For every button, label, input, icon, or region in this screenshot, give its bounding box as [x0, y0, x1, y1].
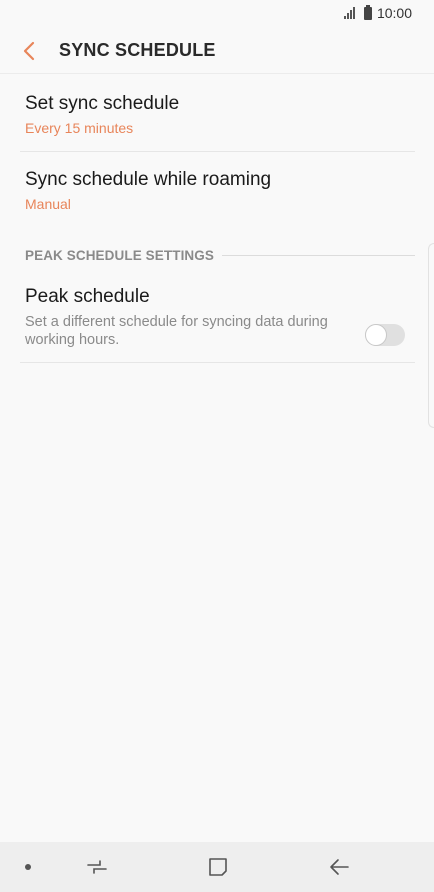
toggle-knob [365, 324, 387, 346]
back-button[interactable] [14, 36, 44, 66]
nav-dot-button[interactable] [13, 852, 43, 882]
peak-schedule-title: Peak schedule [25, 286, 150, 307]
navigation-bar [0, 842, 434, 892]
edge-panel-handle[interactable] [428, 243, 434, 428]
status-bar: 10:00 [0, 0, 434, 28]
set-sync-schedule-item[interactable]: Set sync schedule Every 15 minutes [20, 76, 415, 152]
battery-icon [363, 4, 372, 20]
signal-icon [343, 7, 359, 19]
set-sync-schedule-title: Set sync schedule [25, 93, 180, 114]
peak-schedule-description: Set a different schedule for syncing dat… [25, 314, 328, 348]
page-title: SYNC SCHEDULE [59, 40, 216, 60]
peak-schedule-toggle[interactable] [365, 324, 405, 346]
peak-settings-header: PEAK SCHEDULE SETTINGS [25, 246, 415, 264]
dot-icon [25, 864, 31, 870]
nav-back-button[interactable] [324, 852, 354, 882]
status-time: 10:00 [376, 5, 412, 21]
app-bar: SYNC SCHEDULE [0, 28, 434, 74]
recent-apps-icon [87, 860, 107, 874]
roaming-schedule-item[interactable]: Sync schedule while roaming Manual [20, 152, 415, 228]
roaming-schedule-title: Sync schedule while roaming [25, 169, 272, 190]
set-sync-schedule-value: Every 15 minutes [25, 120, 134, 136]
back-arrow-icon [330, 859, 349, 875]
recent-apps-button[interactable] [82, 852, 112, 882]
status-indicators: 10:00 [343, 4, 412, 21]
section-divider [221, 254, 415, 256]
chevron-left-icon [23, 41, 35, 61]
section-label: PEAK SCHEDULE SETTINGS [25, 247, 214, 263]
home-button[interactable] [203, 852, 233, 882]
home-icon [209, 858, 227, 876]
peak-schedule-item[interactable]: Peak schedule Set a different schedule f… [20, 272, 415, 363]
roaming-schedule-value: Manual [25, 196, 71, 212]
